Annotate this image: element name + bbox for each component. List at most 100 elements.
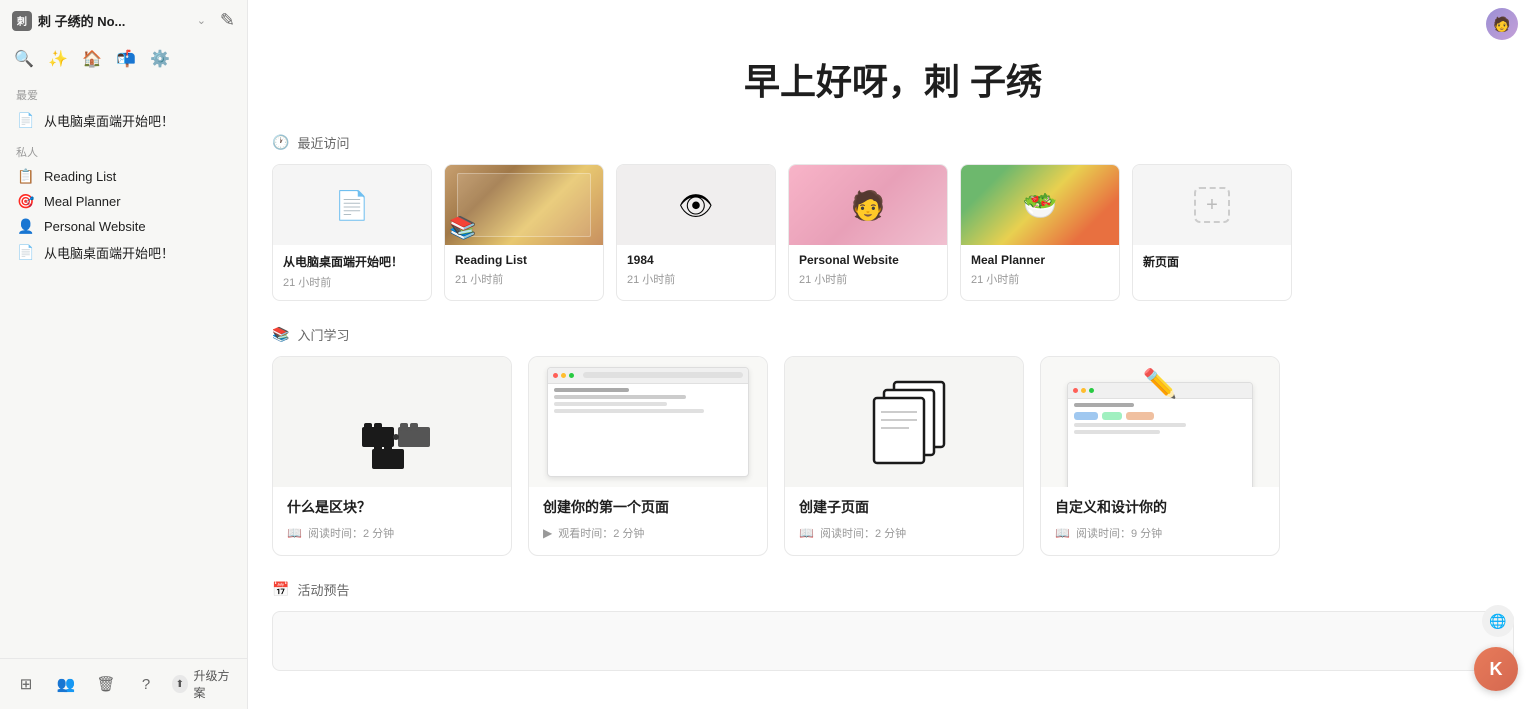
sidebar-item-meal-planner[interactable]: 🎯 Meal Planner: [4, 189, 243, 214]
recent-card-desktop[interactable]: 📄 从电脑桌面端开始吧！ 21 小时前: [272, 164, 432, 301]
sidebar-bottom: ⊞ 👥 🗑 ? ⬆ 升级方案: [0, 658, 247, 709]
c-dot-green: [1089, 388, 1094, 393]
learn-card-first-page[interactable]: 创建你的第一个页面 ▶ 观看时间：2 分钟: [528, 356, 768, 556]
c-tag-1: [1074, 412, 1098, 420]
blocks-svg: [332, 367, 452, 477]
eye-icon: 👁: [678, 189, 714, 222]
preview-line-2: [554, 402, 667, 406]
sidebar-item-fav-desktop[interactable]: 📄 从电脑桌面端开始吧！: [4, 107, 243, 134]
learn-card-subpage[interactable]: 创建子页面 📖 阅读时间：2 分钟: [784, 356, 1024, 556]
c-tag-3: [1126, 412, 1154, 420]
sidebar-item-personal-website[interactable]: 👤 Personal Website: [4, 214, 243, 239]
card-title-reading: Reading List: [455, 253, 593, 267]
sidebar-item-personal-website-label: Personal Website: [44, 219, 146, 234]
learn-card-body-customize: 自定义和设计你的 📖 阅读时间：9 分钟: [1041, 487, 1279, 555]
read-icon: 📖: [287, 526, 302, 540]
learning-section: 📚 入门学习: [248, 325, 1538, 580]
card-title-meal: Meal Planner: [971, 253, 1109, 267]
learn-card-title-blocks: 什么是区块？: [287, 497, 497, 517]
recent-card-meal[interactable]: 🥗 Meal Planner 21 小时前: [960, 164, 1120, 301]
person-thumb-icon: 🧑: [851, 189, 886, 222]
card-body-new: 新页面: [1133, 245, 1291, 284]
dot-yellow: [561, 373, 566, 378]
card-time-reading: 21 小时前: [455, 271, 593, 287]
card-body-reading: Reading List 21 小时前: [445, 245, 603, 297]
members-button[interactable]: 👥: [52, 668, 80, 700]
sidebar-item-reading-list-label: Reading List: [44, 169, 116, 184]
favorites-section-label: 最爱: [0, 77, 247, 107]
card-body-meal: Meal Planner 21 小时前: [961, 245, 1119, 297]
preview-content: [548, 384, 748, 477]
card-thumb-reading: 📚: [445, 165, 603, 245]
recent-card-reading[interactable]: 📚 Reading List 21 小时前: [444, 164, 604, 301]
learn-cards-row: 什么是区块？ 📖 阅读时间：2 分钟: [272, 356, 1514, 556]
learn-card-customize[interactable]: ✏️: [1040, 356, 1280, 556]
c-dot-yellow: [1081, 388, 1086, 393]
globe-icon-button[interactable]: 🌐: [1482, 605, 1514, 637]
card-title-new: 新页面: [1143, 253, 1281, 270]
main-header: •••: [248, 0, 1538, 33]
activity-section-label: 活动预告: [297, 580, 349, 599]
preview-line-title: [554, 388, 629, 392]
play-icon: ▶: [543, 526, 552, 540]
private-section-label: 私人: [0, 134, 247, 164]
sidebar-item-desktop-start[interactable]: 📄 从电脑桌面端开始吧！: [4, 239, 243, 266]
new-page-button[interactable]: ✎: [220, 10, 235, 31]
activity-section: 📅 活动预告: [248, 580, 1538, 695]
card-thumb-new: +: [1133, 165, 1291, 245]
card-title-desktop: 从电脑桌面端开始吧！: [283, 253, 421, 270]
activity-placeholder: [272, 611, 1514, 671]
workspace-name: 刺 子绣的 No...: [38, 11, 191, 30]
settings-button[interactable]: ⚙️: [144, 43, 176, 75]
learn-thumb-subpage: [785, 357, 1023, 487]
sidebar-item-desktop-label: 从电脑桌面端开始吧！: [44, 243, 174, 262]
user-avatar-bottom[interactable]: K: [1474, 647, 1518, 691]
papers-svg: [839, 362, 969, 482]
recent-section-label: 最近访问: [297, 133, 349, 152]
recent-section: 🕐 最近访问 📄 从电脑桌面端开始吧！ 21 小时前: [248, 133, 1538, 325]
home-button[interactable]: 🏠: [76, 43, 108, 75]
search-button[interactable]: 🔍: [8, 43, 40, 75]
new-page-card: +: [1194, 165, 1230, 245]
ai-button[interactable]: ✨: [42, 43, 74, 75]
recent-card-1984[interactable]: 👁 1984 21 小时前: [616, 164, 776, 301]
sidebar-item-reading-list[interactable]: 📋 Reading List: [4, 164, 243, 189]
card-time-desktop: 21 小时前: [283, 274, 421, 290]
sidebar-item-fav-desktop-label: 从电脑桌面端开始吧！: [44, 111, 174, 130]
user-avatar-top[interactable]: 🧑: [1486, 8, 1518, 40]
upgrade-section[interactable]: ⬆ 升级方案: [172, 667, 235, 701]
card-time-meal: 21 小时前: [971, 271, 1109, 287]
customize-content: [1068, 399, 1252, 487]
learning-section-title: 📚 入门学习: [272, 325, 1514, 344]
learn-card-meta-text-customize: 阅读时间：9 分钟: [1076, 525, 1162, 541]
workspace-icon: 刺: [12, 11, 32, 31]
workspace-chevron-icon[interactable]: ⌄: [197, 14, 206, 27]
book-icon: 📚: [449, 215, 476, 241]
dot-red: [553, 373, 558, 378]
sidebar-actions: 🔍 ✨ 🏠 📬 ⚙️: [0, 41, 247, 77]
card-body-personal: Personal Website 21 小时前: [789, 245, 947, 297]
greeting-text: 早上好呀，刺 子绣: [248, 33, 1538, 133]
trash-button[interactable]: 🗑: [92, 668, 120, 700]
recent-card-personal[interactable]: 🧑 Personal Website 21 小时前: [788, 164, 948, 301]
doc-thumb-icon: 📄: [335, 189, 370, 222]
c-tags-row: [1074, 412, 1246, 420]
learn-card-body-subpage: 创建子页面 📖 阅读时间：2 分钟: [785, 487, 1023, 555]
recent-card-new[interactable]: + 新页面: [1132, 164, 1292, 301]
learn-card-blocks[interactable]: 什么是区块？ 📖 阅读时间：2 分钟: [272, 356, 512, 556]
desktop-icon: 📄: [16, 244, 36, 261]
reading-list-icon: 📋: [16, 168, 36, 185]
learn-card-title-first-page: 创建你的第一个页面: [543, 497, 753, 517]
c-line-2: [1074, 423, 1186, 427]
card-title-1984: 1984: [627, 253, 765, 267]
recent-section-title: 🕐 最近访问: [272, 133, 1514, 152]
learning-section-label: 入门学习: [297, 325, 349, 344]
help-button[interactable]: ?: [132, 668, 160, 700]
read-icon-2: 📖: [799, 526, 814, 540]
url-bar: [583, 372, 743, 378]
card-time-1984: 21 小时前: [627, 271, 765, 287]
c-line-3: [1074, 430, 1160, 434]
upgrade-icon: ⬆: [172, 675, 188, 693]
inbox-button[interactable]: 📬: [110, 43, 142, 75]
template-button[interactable]: ⊞: [12, 668, 40, 700]
